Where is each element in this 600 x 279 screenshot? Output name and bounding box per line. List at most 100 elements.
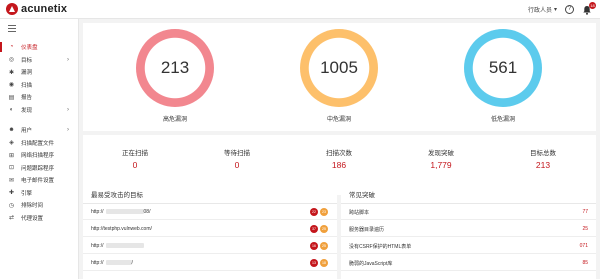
scan-profile-icon: ◈ xyxy=(9,140,14,147)
chevron-down-icon: ▾ xyxy=(553,7,557,13)
vulnerability-name: 没有CSRF保护的HTML表单 xyxy=(349,244,412,250)
medium-severity-ring[interactable]: 1005 xyxy=(300,29,378,107)
redacted-url xyxy=(105,260,132,266)
count-queued[interactable]: 等待扫描 0 xyxy=(187,147,287,170)
users-icon: ☻ xyxy=(8,127,15,134)
medium-count-badge: 25 xyxy=(320,242,328,250)
sidebar-item-vulnerabilities[interactable]: ✱ 漏洞 xyxy=(0,66,79,79)
high-severity-count: 213 xyxy=(160,58,190,77)
sidebar-item-proxy-settings[interactable]: ⇄ 代理设置 xyxy=(0,212,79,225)
most-vulnerable-targets-card: 最易受攻击的目标 http:// 08/ 22 23 http://testphp… xyxy=(83,181,337,279)
high-count-badge: 13 xyxy=(310,259,318,267)
count-value: 0 xyxy=(132,160,138,170)
network-scanner-icon: ⊞ xyxy=(8,152,15,159)
sidebar-item-label: 漏洞 xyxy=(21,70,33,77)
medium-severity-count: 1005 xyxy=(320,58,358,77)
hamburger-menu-icon[interactable] xyxy=(8,25,16,32)
count-targets[interactable]: 目标总数 213 xyxy=(493,147,593,170)
sidebar-item-discovery[interactable]: ◐ 发现 › xyxy=(0,104,79,117)
sidebar-item-label: 排除时间 xyxy=(21,203,44,210)
count-scanning[interactable]: 正在扫描 0 xyxy=(85,147,185,170)
sidebar-item-excluded-hours[interactable]: ◷ 排除时间 xyxy=(0,199,79,212)
top-bar: acunetix 行政人员 ▾ ? 18 xyxy=(0,0,600,19)
sidebar-item-network-scanner[interactable]: ⊞ 网络扫描程序 xyxy=(0,149,79,162)
report-icon: ▤ xyxy=(8,94,15,101)
table-row[interactable]: 服务器目录遍历 25 xyxy=(341,221,596,237)
medium-count-badge: 23 xyxy=(320,208,328,216)
vulnerability-name: 跨站脚本 xyxy=(349,210,370,216)
sidebar-item-email-settings[interactable]: ✉ 电子邮件设置 xyxy=(0,174,79,187)
table-row[interactable]: http:// 08/ 22 23 xyxy=(83,204,337,220)
redacted-url xyxy=(105,243,144,249)
sidebar-item-issue-trackers[interactable]: ⊡ 问题跟踪程序 xyxy=(0,162,79,175)
target-url-suffix: 08/ xyxy=(143,209,151,215)
email-icon: ✉ xyxy=(8,177,15,184)
sidebar-item-label: 电子邮件设置 xyxy=(21,178,55,185)
sidebar-item-users[interactable]: ☻ 用户 › xyxy=(0,124,79,137)
medium-severity-label: 中危漏洞 xyxy=(326,117,351,123)
table-row[interactable]: 跨站脚本 77 xyxy=(341,204,596,220)
help-icon[interactable]: ? xyxy=(565,5,574,14)
sidebar-item-scan-profiles[interactable]: ◈ 扫描配置文件 xyxy=(0,137,79,150)
target-icon: ◎ xyxy=(8,57,15,64)
sidebar-item-label: 报告 xyxy=(21,95,33,102)
card-title: 最易受攻击的目标 xyxy=(91,192,143,199)
medium-count-badge: 18 xyxy=(320,259,328,267)
table-row[interactable]: http://testphp.vulnweb.com/ 37 25 xyxy=(83,221,337,237)
sidebar: ◔ 仪表盘 ◎ 目标 › ✱ 漏洞 ◉ 扫描 ▤ 报告 ◐ 发现 › ☻ 用户 xyxy=(0,19,79,279)
count-findings[interactable]: 发现突破 1,779 xyxy=(391,147,491,170)
count-value: 213 xyxy=(535,160,551,170)
vulnerability-count: 77 xyxy=(582,209,588,215)
sidebar-item-label: 扫描 xyxy=(21,82,33,89)
sidebar-item-targets[interactable]: ◎ 目标 › xyxy=(0,54,79,67)
vulnerability-count: 25 xyxy=(582,226,588,232)
low-severity-ring[interactable]: 561 xyxy=(464,29,542,107)
high-severity-label: 高危漏洞 xyxy=(162,117,187,123)
vulnerability-name: 服务器目录遍历 xyxy=(349,227,385,233)
user-menu-label: 行政人员 xyxy=(527,8,552,14)
proxy-icon: ⇄ xyxy=(8,215,15,222)
sidebar-item-scans[interactable]: ◉ 扫描 xyxy=(0,79,79,92)
scan-icon: ◉ xyxy=(8,82,15,89)
sidebar-item-dashboard[interactable]: ◔ 仪表盘 xyxy=(0,41,79,54)
notifications-button[interactable]: 18 xyxy=(582,1,596,15)
target-url: http:// xyxy=(91,260,104,266)
engine-icon: ✚ xyxy=(8,190,15,197)
medium-count-badge: 25 xyxy=(320,225,328,233)
low-severity-count: 561 xyxy=(488,58,518,77)
sidebar-item-engines[interactable]: ✚ 引擎 xyxy=(0,187,79,200)
table-row[interactable]: http:// 16 25 xyxy=(83,238,337,254)
high-count-badge: 37 xyxy=(310,225,318,233)
high-count-badge: 16 xyxy=(310,242,318,250)
sidebar-item-label: 扫描配置文件 xyxy=(21,140,55,147)
table-row[interactable]: http:// / 13 18 xyxy=(83,255,337,271)
low-severity-label: 低危漏洞 xyxy=(490,117,515,123)
target-url: http://testphp.vulnweb.com/ xyxy=(91,226,152,232)
target-url: http:// xyxy=(91,243,104,249)
chevron-right-icon: › xyxy=(67,56,69,63)
vulnerability-name: 脆弱的JavaScript库 xyxy=(349,261,393,267)
redacted-url xyxy=(105,209,144,215)
severity-summary-card: 213 高危漏洞 1005 中危漏洞 561 低危漏洞 xyxy=(83,23,596,131)
sidebar-item-label: 网络扫描程序 xyxy=(21,153,55,160)
count-scans[interactable]: 扫描次数 186 xyxy=(289,147,389,170)
user-menu-button[interactable]: 行政人员 ▾ xyxy=(528,5,557,14)
target-url: http:// xyxy=(91,209,104,215)
discover-icon: ◐ xyxy=(9,106,14,113)
logo-text: acunetix xyxy=(21,3,68,15)
sidebar-item-label: 代理设置 xyxy=(21,215,44,222)
table-row[interactable]: 没有CSRF保护的HTML表单 071 xyxy=(341,238,596,254)
logo[interactable]: acunetix xyxy=(6,0,67,19)
sidebar-item-label: 引擎 xyxy=(21,190,33,197)
sidebar-item-label: 仪表盘 xyxy=(21,45,38,52)
high-severity-ring[interactable]: 213 xyxy=(136,29,214,107)
issue-tracker-icon: ⊡ xyxy=(8,165,15,172)
sidebar-item-reports[interactable]: ▤ 报告 xyxy=(0,91,79,104)
count-value: 186 xyxy=(331,160,347,170)
target-url-suffix: / xyxy=(131,260,133,266)
sidebar-nav: ◔ 仪表盘 ◎ 目标 › ✱ 漏洞 ◉ 扫描 ▤ 报告 ◐ 发现 › ☻ 用户 xyxy=(0,41,79,224)
table-row[interactable]: 脆弱的JavaScript库 85 xyxy=(341,255,596,271)
sidebar-item-label: 问题跟踪程序 xyxy=(21,165,55,172)
sidebar-item-label: 用户 xyxy=(21,128,33,135)
chevron-right-icon: › xyxy=(67,127,69,134)
